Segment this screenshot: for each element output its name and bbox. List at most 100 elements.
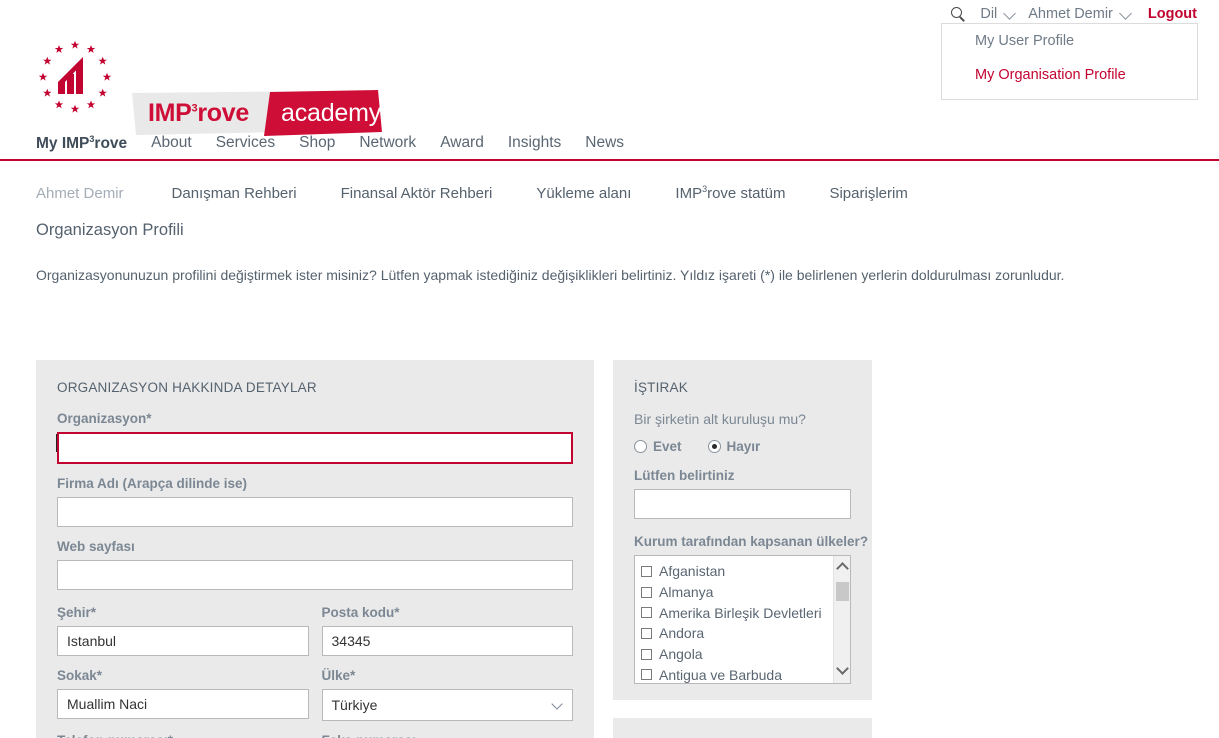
subnav-item-user[interactable]: Ahmet Demir <box>36 185 124 202</box>
scroll-up-icon[interactable] <box>835 562 849 575</box>
chevron-down-icon <box>1119 6 1132 20</box>
subnav-item-finansal-aktor-rehberi[interactable]: Finansal Aktör Rehberi <box>341 185 493 202</box>
radio-icon <box>634 440 647 453</box>
list-item[interactable]: Andora <box>641 623 850 644</box>
language-label: Dil <box>980 6 998 22</box>
user-menu[interactable]: Ahmet Demir <box>1028 6 1132 22</box>
scroll-down-icon[interactable] <box>835 662 849 675</box>
list-item[interactable]: Antigua ve Barbuda <box>641 664 850 683</box>
nav-item-shop[interactable]: Shop <box>299 134 335 152</box>
menu-item-my-user-profile[interactable]: My User Profile <box>942 24 1197 58</box>
nav-item-about[interactable]: About <box>151 134 192 152</box>
label-web-sayfasi: Web sayfası <box>57 539 135 554</box>
page-root: Dil Ahmet Demir Logout My User Profile M… <box>0 0 1219 738</box>
row-sehir-posta: Şehir* Posta kodu* <box>57 605 573 656</box>
label-posta-kodu: Posta kodu* <box>321 605 400 620</box>
label-sokak: Sokak* <box>57 668 103 683</box>
select-ulke-value: Türkiye <box>321 689 573 721</box>
input-web-sayfasi[interactable] <box>57 560 573 590</box>
field-organizasyon: Organizasyon* <box>57 411 573 464</box>
checkbox-icon[interactable] <box>641 648 652 660</box>
user-dropdown-menu: My User Profile My Organisation Profile <box>941 23 1198 100</box>
checkbox-icon[interactable] <box>641 607 652 619</box>
field-posta-kodu: Posta kodu* <box>321 605 573 656</box>
country-label: Amerika Birleşik Devletleri <box>659 604 822 621</box>
panel-heading-organisation: ORGANIZASYON HAKKINDA DETAYLAR <box>57 380 317 395</box>
sub-navigation: Ahmet Demir Danışman Rehberi Finansal Ak… <box>36 182 1186 204</box>
nav-item-award[interactable]: Award <box>440 134 484 152</box>
list-item[interactable]: Almanya <box>641 582 850 603</box>
country-label: Andora <box>659 625 705 642</box>
logo-wordmark-academy: academy <box>281 99 382 127</box>
label-ulke: Ülke* <box>321 668 356 683</box>
field-countries: Kurum tarafından kapsanan ülkeler? Afgan… <box>634 534 869 684</box>
subnav-item-danisman-rehberi[interactable]: Danışman Rehberi <box>172 185 297 202</box>
label-organizasyon: Organizasyon* <box>57 411 152 426</box>
language-menu[interactable]: Dil <box>980 6 1017 22</box>
organisation-details-panel: ORGANIZASYON HAKKINDA DETAYLAR Organizas… <box>36 360 594 738</box>
countries-list: Afganistan Almanya Amerika Birleşik Devl… <box>635 556 850 683</box>
label-lutfen-belirtiniz: Lütfen belirtiniz <box>634 468 735 483</box>
checkbox-icon[interactable] <box>641 627 652 639</box>
countries-listbox[interactable]: Afganistan Almanya Amerika Birleşik Devl… <box>634 555 851 684</box>
scrollbar-thumb[interactable] <box>836 582 849 601</box>
select-ulke[interactable]: Türkiye <box>321 689 573 721</box>
subnav-item-yukleme-alani[interactable]: Yükleme alanı <box>536 185 631 202</box>
label-firma-adi: Firma Adı (Arapça dilinde ise) <box>57 476 248 491</box>
checkbox-icon[interactable] <box>641 565 652 577</box>
field-web-sayfasi: Web sayfası <box>57 539 573 590</box>
input-posta-kodu[interactable] <box>321 626 573 656</box>
field-faks: Faks numarası <box>322 733 574 738</box>
subsidiary-radio-group: Evet Hayır <box>634 439 851 454</box>
list-item[interactable]: Afganistan <box>641 561 850 582</box>
site-logo[interactable]: IMP3rove academy <box>36 38 382 136</box>
nav-item-insights[interactable]: Insights <box>508 134 561 152</box>
nav-item-news[interactable]: News <box>585 134 624 152</box>
chevron-down-icon <box>1003 6 1017 20</box>
radio-option-hayir[interactable]: Hayır <box>707 439 761 454</box>
user-label: Ahmet Demir <box>1028 6 1113 22</box>
country-label: Angola <box>659 646 703 663</box>
field-sehir: Şehir* <box>57 605 309 656</box>
field-firma-adi: Firma Adı (Arapça dilinde ise) <box>57 476 573 527</box>
checkbox-icon[interactable] <box>641 669 652 681</box>
radio-label-hayir: Hayır <box>726 439 761 454</box>
countries-scrollbar[interactable] <box>833 556 850 683</box>
radio-option-evet[interactable]: Evet <box>634 439 682 454</box>
main-navigation: My IMP3rove About Services Shop Network … <box>0 134 1219 161</box>
nav-item-my-improve[interactable]: My IMP3rove <box>36 134 127 153</box>
input-sokak[interactable] <box>57 689 309 719</box>
country-label: Almanya <box>659 584 714 601</box>
input-firma-adi[interactable] <box>57 497 573 527</box>
affiliation-panel: İŞTIRAK Bir şirketin alt kuruluşu mu? Ev… <box>613 360 872 700</box>
list-item[interactable]: Angola <box>641 644 850 665</box>
label-countries: Kurum tarafından kapsanan ülkeler? <box>634 534 869 549</box>
logo-wordmark-improve: IMP3rove <box>148 99 249 127</box>
field-sokak: Sokak* <box>57 668 309 721</box>
field-lutfen-belirtiniz: Lütfen belirtiniz <box>634 468 851 519</box>
subsidiary-question: Bir şirketin alt kuruluşu mu? <box>634 411 806 427</box>
input-sehir[interactable] <box>57 626 309 656</box>
subnav-item-siparislerim[interactable]: Siparişlerim <box>829 185 907 202</box>
text-cursor <box>56 434 57 452</box>
secondary-right-panel <box>613 718 872 738</box>
checkbox-icon[interactable] <box>641 586 652 598</box>
nav-item-network[interactable]: Network <box>359 134 416 152</box>
label-faks: Faks numarası <box>322 733 574 738</box>
eu-stars-chart-icon <box>38 40 112 113</box>
input-lutfen-belirtiniz[interactable] <box>634 489 851 519</box>
label-telefon: Telefon numarası* <box>57 733 309 738</box>
page-title: Organizasyon Profili <box>36 221 184 239</box>
search-icon <box>950 6 966 22</box>
field-telefon: Telefon numarası* <box>57 733 309 738</box>
menu-item-my-organisation-profile[interactable]: My Organisation Profile <box>942 58 1197 92</box>
intro-text: Organizasyonunuzun profilini değiştirmek… <box>36 267 1065 283</box>
list-item[interactable]: Amerika Birleşik Devletleri <box>641 602 850 623</box>
search-button[interactable] <box>950 6 966 22</box>
subnav-item-improve-statum[interactable]: IMP3rove statüm <box>675 184 785 202</box>
input-organizasyon[interactable] <box>57 432 573 464</box>
row-telefon-faks: Telefon numarası* Faks numarası <box>57 733 573 738</box>
radio-icon-selected <box>707 440 721 453</box>
nav-item-services[interactable]: Services <box>216 134 275 152</box>
logout-button[interactable]: Logout <box>1148 6 1197 22</box>
